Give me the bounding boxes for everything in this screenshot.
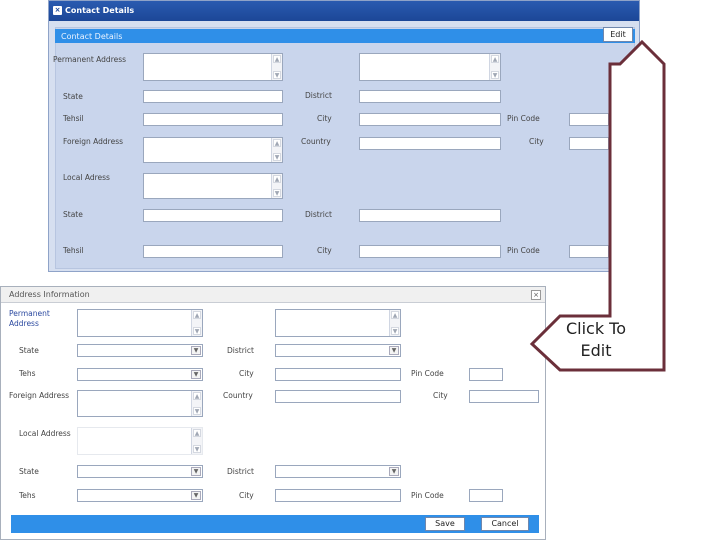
dlg-state-label: State	[19, 346, 39, 355]
contact-details-titlebar: × Contact Details	[49, 1, 639, 21]
state-label: State	[63, 92, 83, 101]
chevron-down-icon[interactable]: ▼	[191, 491, 201, 500]
foreign-address-label: Foreign Address	[63, 137, 124, 146]
permanent-address-line1[interactable]: ▲ ▼	[143, 53, 283, 81]
tehsil-field[interactable]	[143, 113, 283, 126]
scroll-up-icon[interactable]: ▲	[273, 175, 281, 183]
dialog-titlebar: Address Information ×	[1, 287, 545, 303]
chevron-down-icon[interactable]: ▼	[191, 346, 201, 355]
local-tehsil-label: Tehsil	[63, 246, 84, 255]
chevron-down-icon[interactable]: ▼	[389, 346, 399, 355]
city-label: City	[317, 114, 332, 123]
local-state-label: State	[63, 210, 83, 219]
dlg-local-pin-code-label: Pin Code	[411, 491, 444, 500]
scroll-down-icon[interactable]: ▼	[273, 189, 281, 197]
district-label: District	[305, 91, 332, 100]
state-field[interactable]	[143, 90, 283, 103]
dlg-foreign-address-field[interactable]: ▲ ▼	[77, 390, 203, 417]
local-district-field[interactable]	[359, 209, 501, 222]
country-label: Country	[301, 137, 331, 146]
click-to-edit-callout-text: Click To Edit	[546, 318, 646, 362]
chevron-down-icon[interactable]: ▼	[191, 467, 201, 476]
scrollbar[interactable]: ▲ ▼	[389, 310, 400, 336]
district-field[interactable]	[359, 90, 501, 103]
permanent-address-label: Permanent Address	[53, 55, 127, 64]
tehsil-label: Tehsil	[63, 114, 84, 123]
scrollbar[interactable]: ▲ ▼	[191, 428, 202, 454]
dlg-tehs-label: Tehs	[19, 369, 36, 378]
dlg-foreign-address-label: Foreign Address	[9, 391, 70, 400]
dlg-tehs-select[interactable]: ▼	[77, 368, 203, 381]
dlg-foreign-city-field[interactable]	[469, 390, 539, 403]
scroll-down-icon[interactable]: ▼	[193, 407, 201, 415]
collapse-icon[interactable]: ×	[53, 6, 62, 15]
local-state-field[interactable]	[143, 209, 283, 222]
scrollbar[interactable]: ▲ ▼	[489, 54, 500, 80]
scrollbar[interactable]: ▲ ▼	[271, 138, 282, 162]
panel-title: Contact Details	[65, 6, 135, 15]
dlg-city2-label: City	[433, 391, 448, 400]
scrollbar[interactable]: ▲ ▼	[271, 54, 282, 80]
callout-line1: Click To	[565, 319, 627, 338]
scroll-down-icon[interactable]: ▼	[273, 71, 281, 79]
local-district-label: District	[305, 210, 332, 219]
dlg-permanent-address-line2[interactable]: ▲ ▼	[275, 309, 401, 337]
country-field[interactable]	[359, 137, 501, 150]
scroll-up-icon[interactable]: ▲	[193, 311, 201, 319]
dlg-local-city-field[interactable]	[275, 489, 401, 502]
foreign-address-field[interactable]: ▲ ▼	[143, 137, 283, 163]
dialog-footer: Save Cancel	[11, 515, 539, 533]
chevron-down-icon[interactable]: ▼	[191, 370, 201, 379]
dlg-city-label: City	[239, 369, 254, 378]
scroll-down-icon[interactable]: ▼	[193, 327, 201, 335]
local-tehsil-field[interactable]	[143, 245, 283, 258]
city-field[interactable]	[359, 113, 501, 126]
scroll-down-icon[interactable]: ▼	[491, 71, 499, 79]
address-information-dialog: Address Information × Permanent Address …	[0, 286, 546, 540]
dlg-country-field[interactable]	[275, 390, 401, 403]
scroll-down-icon[interactable]: ▼	[193, 445, 201, 453]
local-city-field[interactable]	[359, 245, 501, 258]
dlg-permanent-address-line1[interactable]: ▲ ▼	[77, 309, 203, 337]
dlg-local-address-label: Local Address	[19, 429, 71, 438]
dlg-pin-code-field[interactable]	[469, 368, 503, 381]
local-city-label: City	[317, 246, 332, 255]
dlg-district-label: District	[227, 346, 254, 355]
local-address-label: Local Adress	[63, 173, 110, 182]
scroll-up-icon[interactable]: ▲	[491, 55, 499, 63]
dlg-local-address-field[interactable]: ▲ ▼	[77, 427, 203, 455]
dlg-local-state-select[interactable]: ▼	[77, 465, 203, 478]
dlg-country-label: Country	[223, 391, 253, 400]
scroll-down-icon[interactable]: ▼	[391, 327, 399, 335]
scroll-up-icon[interactable]: ▲	[193, 392, 201, 400]
scroll-down-icon[interactable]: ▼	[273, 153, 281, 161]
scroll-up-icon[interactable]: ▲	[391, 311, 399, 319]
save-button[interactable]: Save	[425, 517, 465, 531]
dlg-local-tehs-label: Tehs	[19, 491, 36, 500]
scrollbar[interactable]: ▲ ▼	[191, 391, 202, 416]
dlg-permanent-address-label: Permanent Address	[9, 309, 50, 328]
dlg-local-tehs-select[interactable]: ▼	[77, 489, 203, 502]
dlg-local-city-label: City	[239, 491, 254, 500]
chevron-down-icon[interactable]: ▼	[389, 467, 399, 476]
dlg-local-state-label: State	[19, 467, 39, 476]
dlg-local-pin-code-field[interactable]	[469, 489, 503, 502]
dlg-local-district-select[interactable]: ▼	[275, 465, 401, 478]
scroll-up-icon[interactable]: ▲	[273, 139, 281, 147]
scroll-up-icon[interactable]: ▲	[193, 429, 201, 437]
scrollbar[interactable]: ▲ ▼	[191, 310, 202, 336]
dlg-district-select[interactable]: ▼	[275, 344, 401, 357]
dlg-pin-code-label: Pin Code	[411, 369, 444, 378]
dlg-local-district-label: District	[227, 467, 254, 476]
dlg-state-select[interactable]: ▼	[77, 344, 203, 357]
scroll-up-icon[interactable]: ▲	[273, 55, 281, 63]
section-header-label: Contact Details	[61, 32, 123, 41]
permanent-address-line2[interactable]: ▲ ▼	[359, 53, 501, 81]
dlg-city-field[interactable]	[275, 368, 401, 381]
dialog-title: Address Information	[9, 290, 90, 299]
local-address-field[interactable]: ▲ ▼	[143, 173, 283, 199]
scrollbar[interactable]: ▲ ▼	[271, 174, 282, 198]
callout-line2: Edit	[580, 341, 612, 360]
cancel-button[interactable]: Cancel	[481, 517, 529, 531]
